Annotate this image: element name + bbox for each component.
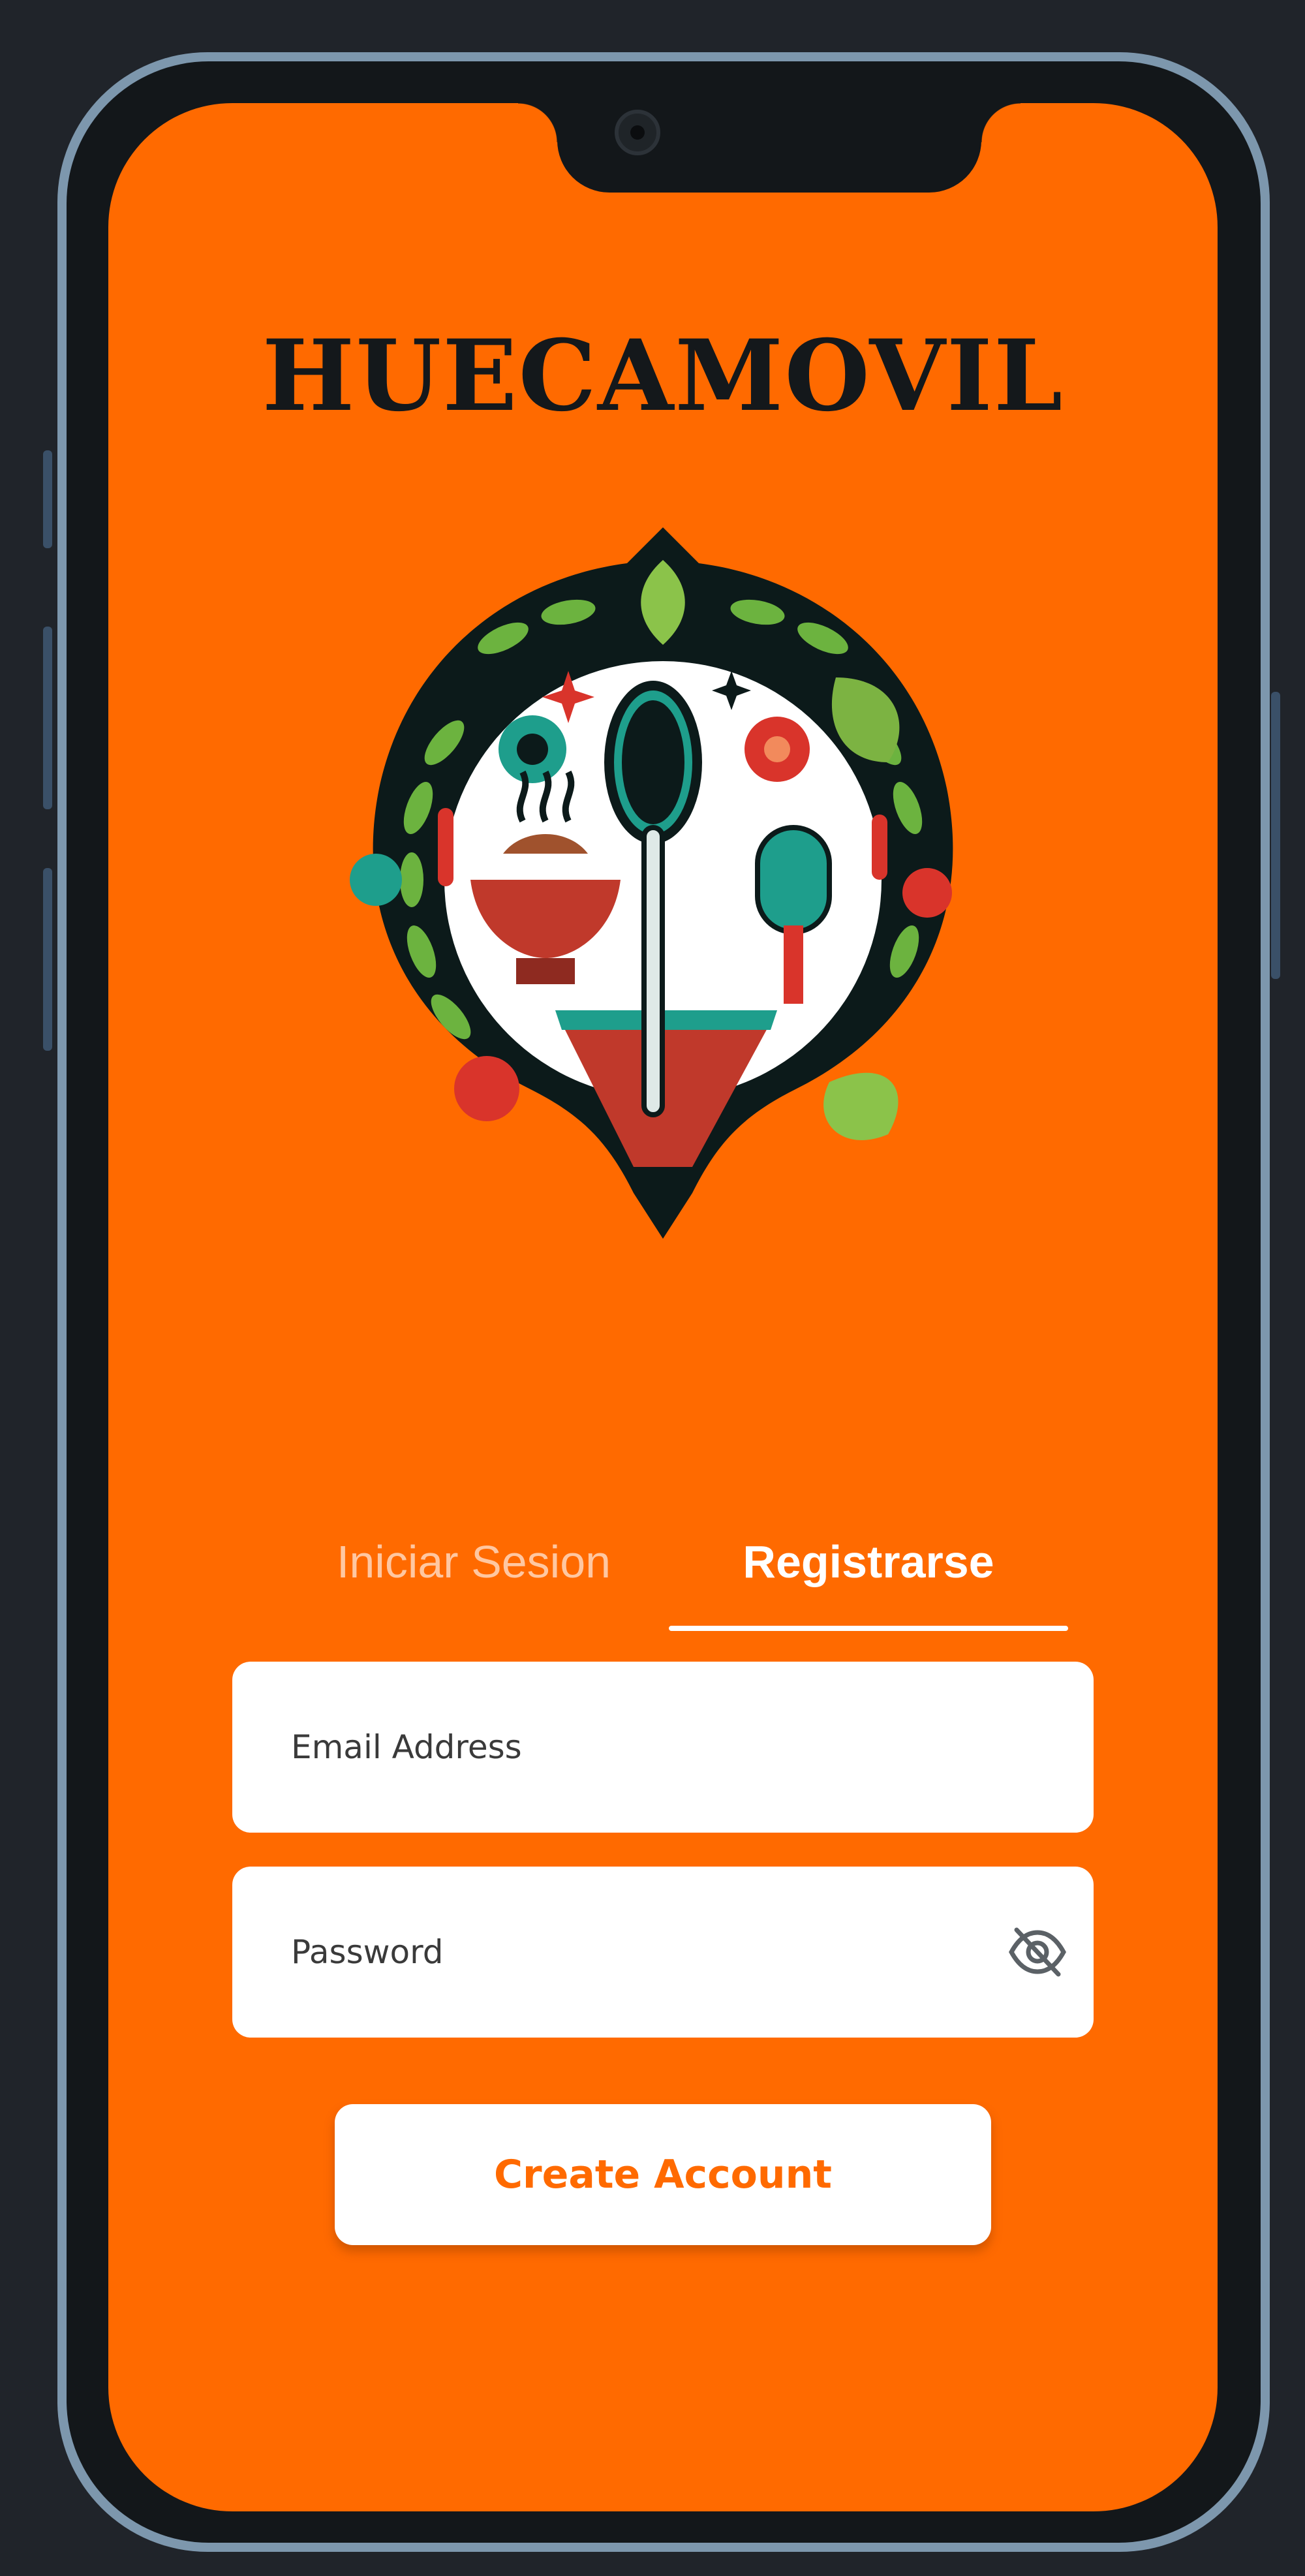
eye-off-icon[interactable] [1007,1925,1067,1979]
tab-registrarse[interactable]: Registrarse [669,1529,1067,1594]
device-notch [518,103,1021,193]
tab-iniciar-sesion[interactable]: Iniciar Sesion [317,1529,630,1594]
front-camera-icon [615,110,660,155]
side-button [43,450,52,548]
app-screen: HUECAMOVIL Iniciar Sesion Registrarse Em… [108,103,1218,2511]
side-button [43,627,52,809]
email-field [232,1662,1094,1833]
side-button [43,868,52,1051]
side-button [1271,692,1280,979]
password-field [232,1867,1094,2038]
password-input[interactable] [290,1867,975,2038]
app-logo [350,527,953,1239]
auth-tabs: Iniciar Sesion Registrarse [108,1529,1218,1634]
create-account-button[interactable]: Create Account [335,2104,991,2245]
active-tab-indicator [669,1626,1068,1631]
email-input[interactable] [290,1662,975,1833]
app-title: HUECAMOVIL [262,318,1064,433]
